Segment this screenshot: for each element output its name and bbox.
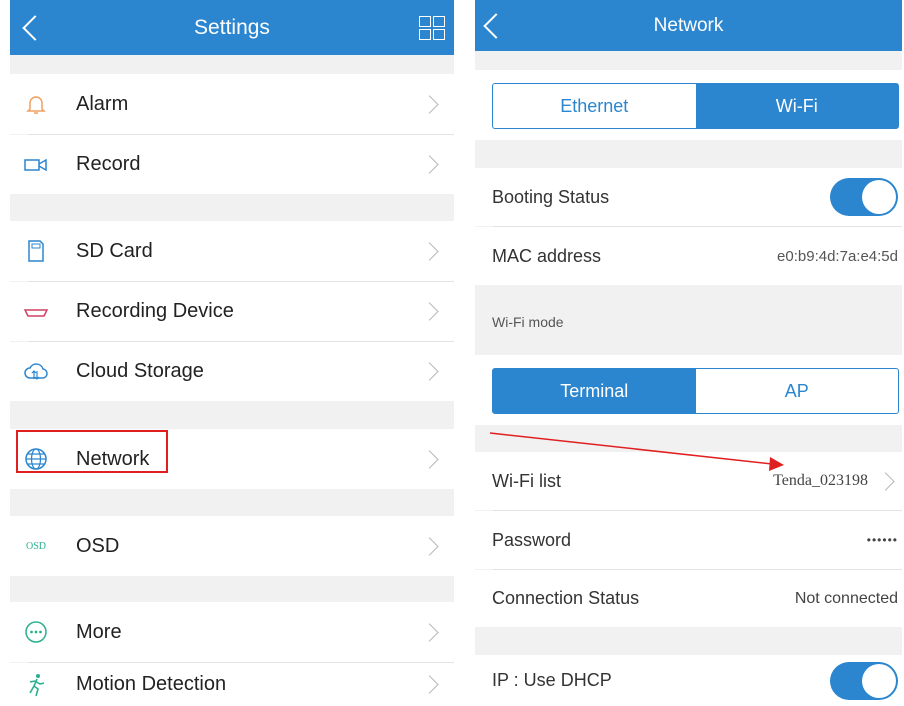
annotation-arrow: [489, 432, 784, 471]
